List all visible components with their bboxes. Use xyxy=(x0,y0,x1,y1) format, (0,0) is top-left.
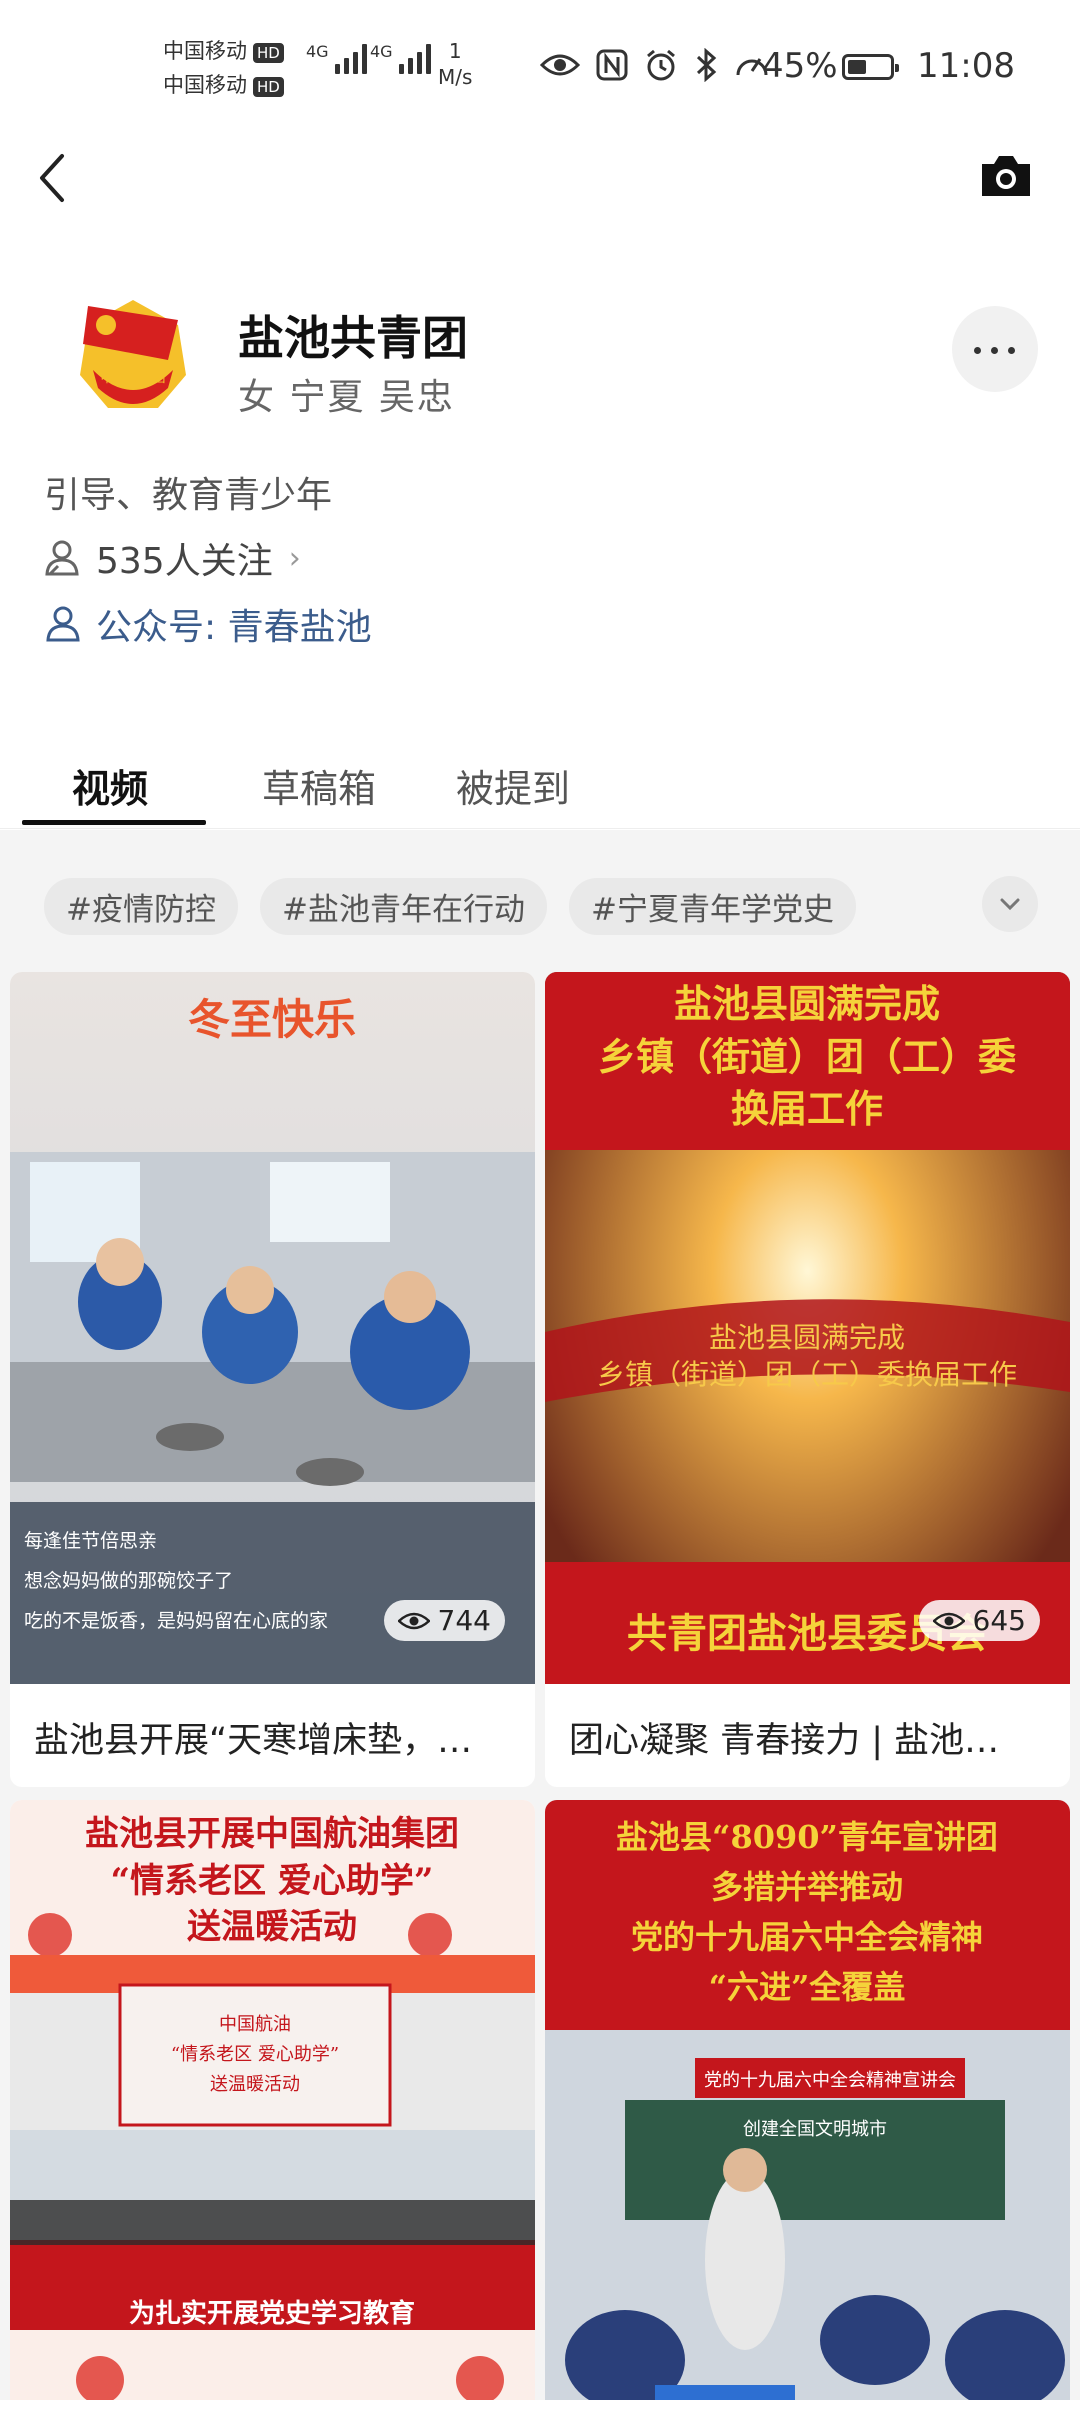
bluetooth-icon xyxy=(696,48,717,82)
back-arrow-icon[interactable] xyxy=(30,148,80,208)
svg-text:盐池县圆满完成: 盐池县圆满完成 xyxy=(709,1321,905,1354)
person-icon xyxy=(46,606,80,642)
svg-text:中国共青团: 中国共青团 xyxy=(100,371,165,386)
profile-name: 盐池共青团 xyxy=(238,311,468,365)
svg-text:盐池县“8090”青年宣讲团: 盐池县“8090”青年宣讲团 xyxy=(616,1818,998,1856)
profile-meta: 女 宁夏 吴忠 xyxy=(238,377,455,418)
video-card[interactable]: 盐池县“8090”青年宣讲团 多措并举推动 党的十九届六中全会精神 “六进”全覆… xyxy=(545,1800,1070,2420)
signal-icon-1: 4G xyxy=(306,44,367,74)
view-count: 645 xyxy=(918,1600,1040,1641)
profile-bio: 引导、教育青少年 xyxy=(44,475,333,516)
video-card[interactable]: 盐池县开展中国航油集团 “情系老区 爱心助学” 送温暖活动 中国航油 “情系老区… xyxy=(10,1800,535,2420)
tab-drafts[interactable]: 草稿箱 xyxy=(262,758,376,813)
video-thumbnail: 盐池县开展中国航油集团 “情系老区 爱心助学” 送温暖活动 中国航油 “情系老区… xyxy=(10,1800,535,2400)
svg-text:冬至快乐: 冬至快乐 xyxy=(188,995,356,1044)
svg-text:乡镇（街道）团（工）委换届工作: 乡镇（街道）团（工）委换届工作 xyxy=(597,1358,1017,1391)
person-icon xyxy=(45,540,79,576)
eye-icon xyxy=(540,54,580,76)
clock: 11:08 xyxy=(917,46,1015,86)
svg-text:创建全国文明城市: 创建全国文明城市 xyxy=(743,2119,887,2140)
svg-text:为扎实开展党史学习教育: 为扎实开展党史学习教育 xyxy=(129,2298,415,2329)
tag-chip[interactable]: #疫情防控 xyxy=(44,878,238,935)
topic-tags: #疫情防控 #盐池青年在行动 #宁夏青年学党史 xyxy=(44,878,856,935)
camera-icon[interactable] xyxy=(978,152,1034,200)
official-account-link[interactable]: 公众号: 青春盐池 xyxy=(44,598,372,650)
followers-count: 535人关注 xyxy=(96,541,273,582)
video-thumbnail: 盐池县“8090”青年宣讲团 多措并举推动 党的十九届六中全会精神 “六进”全覆… xyxy=(545,1800,1070,2400)
svg-text:“情系老区 爱心助学”: “情系老区 爱心助学” xyxy=(111,1861,434,1901)
avatar[interactable]: 中国共青团 xyxy=(58,280,208,430)
chevron-right-icon: › xyxy=(288,540,301,576)
followers-link[interactable]: 535人关注 › xyxy=(44,532,301,584)
expand-tags-button[interactable] xyxy=(982,876,1038,932)
svg-text:多措并举推动: 多措并举推动 xyxy=(711,1868,903,1906)
video-thumbnail: 盐池县圆满完成 乡镇（街道）团（工）委 换届工作 盐池县圆满完成 乡镇（街道）团… xyxy=(545,972,1070,1684)
more-options-button[interactable] xyxy=(952,306,1038,392)
view-count: 744 xyxy=(383,1600,505,1641)
alarm-icon xyxy=(647,49,675,81)
svg-text:想念妈妈做的那碗饺子了: 想念妈妈做的那碗饺子了 xyxy=(24,1569,233,1592)
network-speed: 1 M/s xyxy=(438,39,473,89)
video-card[interactable]: 盐池县圆满完成 乡镇（街道）团（工）委 换届工作 盐池县圆满完成 乡镇（街道）团… xyxy=(545,972,1070,1787)
battery-icon xyxy=(842,54,899,80)
svg-text:送温暖活动: 送温暖活动 xyxy=(187,1907,357,1947)
svg-text:党的十九届六中全会精神: 党的十九届六中全会精神 xyxy=(631,1918,983,1956)
svg-text:乡镇（街道）团（工）委: 乡镇（街道）团（工）委 xyxy=(598,1034,1016,1079)
official-account-label: 公众号: 青春盐池 xyxy=(96,607,372,648)
svg-text:中国航油: 中国航油 xyxy=(219,2014,291,2035)
video-card[interactable]: 冬至快乐 每逢佳节倍思亲 想念妈妈做的那碗饺子了 吃的不是饭香，是妈妈留在心底的… xyxy=(10,972,535,1787)
tab-videos[interactable]: 视频 xyxy=(72,758,148,813)
tag-chip[interactable]: #宁夏青年学党史 xyxy=(568,878,856,935)
svg-text:盐池县开展中国航油集团: 盐池县开展中国航油集团 xyxy=(85,1814,459,1854)
svg-text:党的十九届六中全会精神宣讲会: 党的十九届六中全会精神宣讲会 xyxy=(704,2070,956,2091)
battery-percent: 45% xyxy=(762,46,838,86)
tag-chip[interactable]: #盐池青年在行动 xyxy=(259,878,547,935)
eye-icon xyxy=(932,1612,965,1629)
carrier-1: 中国移动 HD xyxy=(163,36,284,66)
tab-bar: 视频 草稿箱 被提到 xyxy=(0,748,1080,829)
svg-text:“六进”全覆盖: “六进”全覆盖 xyxy=(709,1968,906,2006)
video-thumbnail: 冬至快乐 每逢佳节倍思亲 想念妈妈做的那碗饺子了 吃的不是饭香，是妈妈留在心底的… xyxy=(10,972,535,1684)
status-icons xyxy=(540,48,770,82)
svg-text:换届工作: 换届工作 xyxy=(731,1086,883,1131)
nfc-icon xyxy=(596,49,628,81)
svg-text:“情系老区 爱心助学”: “情系老区 爱心助学” xyxy=(171,2044,339,2065)
eye-icon xyxy=(397,1612,430,1629)
video-caption: 团心凝聚 青春接力 | 盐池… xyxy=(569,1721,1000,1761)
svg-text:送温暖活动: 送温暖活动 xyxy=(210,2074,300,2095)
tab-mentions[interactable]: 被提到 xyxy=(456,758,570,813)
carrier-2: 中国移动 HD xyxy=(163,70,284,100)
signal-icon-2: 4G xyxy=(370,44,431,74)
svg-text:盐池县圆满完成: 盐池县圆满完成 xyxy=(674,981,940,1026)
svg-text:吃的不是饭香，是妈妈留在心底的家: 吃的不是饭香，是妈妈留在心底的家 xyxy=(24,1610,328,1632)
tab-indicator xyxy=(22,820,206,825)
video-caption: 盐池县开展“天寒增床垫，… xyxy=(34,1721,473,1761)
svg-text:每逢佳节倍思亲: 每逢佳节倍思亲 xyxy=(24,1530,157,1552)
